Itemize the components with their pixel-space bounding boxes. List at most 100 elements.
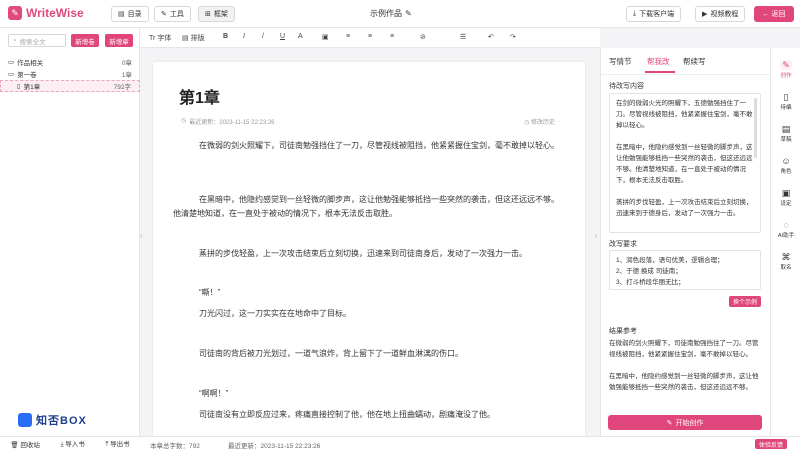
align-button[interactable]: ≡	[346, 33, 350, 40]
font-label: 字体	[157, 35, 172, 42]
document-title[interactable]: 示例作品 ✎	[370, 8, 412, 19]
writewise-logo-icon: ✎	[8, 6, 22, 20]
status-bar: 本章总字数：792 最近更新：2023-11-15 22:23:26 体验反馈	[140, 436, 800, 450]
rail-settings[interactable]: ▣ 设定	[771, 182, 800, 212]
tab-help-edit[interactable]: 帮我改	[647, 56, 670, 67]
highlight-button[interactable]: ▣	[322, 33, 329, 41]
underline-button[interactable]: U	[280, 33, 285, 40]
rail-character[interactable]: ☺ 角色	[771, 150, 800, 180]
tree-item-chapter-1[interactable]: ▯ 第1章 792字	[0, 80, 140, 92]
frame-button[interactable]: ⊞ 框架	[198, 6, 235, 22]
paragraph-button[interactable]: ☰	[460, 33, 466, 41]
import-book-button[interactable]: ⤓ 导入书	[61, 438, 85, 449]
directory-button[interactable]: ▤ 目录	[111, 6, 149, 22]
tree-item-count: 0章	[121, 60, 132, 67]
history-button[interactable]: ◷ 修改历史	[524, 117, 555, 126]
app-logo[interactable]: ✎ WriteWise	[8, 6, 84, 20]
paragraph[interactable]: 在微弱的剑火照耀下，司徒南勉强挡住了一刀，尽管视线被阻挡，他紧紧握住宝剑，毫不敢…	[173, 139, 563, 153]
chapter-title[interactable]: 第1章	[179, 84, 220, 108]
paragraph[interactable]: 蒸拼的步伐轻盈，上一次攻击结束后立刻切换，迅速来到司徒南身后，发动了一次强力一击…	[173, 247, 563, 261]
status-updated: 最近更新：2023-11-15 22:23:26	[228, 443, 321, 450]
tree-item-works-related[interactable]: ▭ 作品相关 0章	[0, 56, 140, 68]
start-creating-label: 开始创作	[675, 419, 704, 427]
export-book-button[interactable]: ⤒ 导出书	[105, 438, 129, 449]
rail-create[interactable]: ✎ 创作	[771, 54, 800, 84]
result-text: 在微弱的剑火照耀下，司徒南勉强挡住了一刀。尽管视线被阻挡，他紧紧握住宝剑，毫不敢…	[609, 338, 761, 404]
frame-label: 框架	[213, 11, 228, 18]
editor-toolbar: Tr 字体 ▤ 排版 B I / U A ▣ ≡ ≡ ≡ ⊘ ☰ ↶ ↷	[140, 28, 600, 48]
download-client-button[interactable]: ⤓ 下载客户端	[626, 6, 682, 22]
editor-page[interactable]: 第1章 ◷ 最近更新：2023-11-15 22:23:26 ◷ 修改历史 在微…	[153, 62, 585, 436]
video-label: 视频教程	[710, 11, 739, 18]
new-volume-button[interactable]: 新增卷	[71, 34, 99, 47]
folder-icon: ▤	[118, 11, 125, 18]
brand-icon	[18, 413, 32, 427]
collapse-right-icon[interactable]: ›	[595, 233, 597, 240]
tree-item-volume-1[interactable]: ▭ 第一卷 1章	[0, 68, 140, 80]
requirements-label: 改写要求	[609, 241, 637, 248]
folder-open-icon: ▭	[8, 71, 15, 78]
layout-button[interactable]: ▤ 排版	[182, 33, 205, 43]
search-input[interactable]: ⌕ 搜索全文	[8, 34, 66, 47]
rail-draft[interactable]: ▤ 草稿	[771, 118, 800, 148]
back-button[interactable]: ← 返回	[754, 6, 794, 22]
rail-label: AI助手	[777, 232, 795, 239]
indent-button[interactable]: ≡	[390, 33, 394, 40]
tab-continue-writing[interactable]: 帮续写	[683, 56, 706, 67]
paragraph[interactable]: “嘶！”	[173, 286, 563, 300]
tree-item-count: 792字	[113, 84, 131, 91]
layout-icon: ▤	[182, 35, 189, 42]
rail-ai-assistant[interactable]: ◌ AI助手	[771, 214, 800, 244]
to-edit-textarea[interactable]: 在剑的微弱火光的照耀下，五德勉强挡住了一刀。尽管视线被阻挡，他紧紧握住宝剑，毫不…	[609, 93, 761, 233]
recycle-bin-label: 回收站	[20, 441, 40, 449]
doc-icon: ▯	[783, 91, 789, 102]
history-label: 修改历史	[530, 120, 555, 126]
font-color-button[interactable]: A	[298, 33, 303, 40]
last-updated: ◷ 最近更新：2023-11-15 22:23:26	[181, 117, 275, 126]
rail-naming[interactable]: ⌘ 取名	[771, 246, 800, 276]
video-icon: ▶	[702, 11, 708, 18]
pen-icon: ✎	[666, 419, 673, 427]
rail-edit[interactable]: ▯ 待编	[771, 86, 800, 116]
requirements-textarea[interactable]: 1、润色段落，语句优美，逻辑合理； 2、于德 换成 司徒南； 3、打斗桥段华丽无…	[609, 250, 761, 290]
tree-item-label: 作品相关	[17, 60, 44, 67]
collapse-left-icon[interactable]: ‹	[140, 233, 142, 240]
tools-button[interactable]: ✎ 工具	[154, 6, 191, 22]
feedback-button[interactable]: 体验反馈	[755, 439, 788, 449]
video-tutorial-button[interactable]: ▶ 视频教程	[695, 6, 746, 22]
change-example-button[interactable]: 换个示例	[729, 296, 762, 307]
pen-icon: ✎	[780, 59, 792, 70]
paragraph[interactable]: 司徒南没有立即反应过来，疼痛直接控制了他，他在地上扭曲蠕动，剧痛淹没了他。	[173, 408, 563, 422]
layout-label: 排版	[190, 35, 205, 42]
redo-icon[interactable]: ↷	[510, 33, 516, 41]
italic-button[interactable]: I	[243, 33, 245, 40]
new-chapter-button[interactable]: 新增章	[105, 34, 133, 47]
paragraph[interactable]: 在黑暗中，他隐约感觉到一丝轻微的脚步声，这让他勉强能够抵挡一些突然的袭击，但这还…	[173, 193, 563, 221]
folder-icon: ▭	[8, 59, 15, 66]
back-arrow-icon: ←	[762, 10, 770, 18]
top-bar: ✎ WriteWise ▤ 目录 ✎ 工具 ⊞ 框架 示例作品 ✎ ⤓ 下载客户…	[0, 0, 800, 28]
scrollbar[interactable]	[754, 98, 757, 158]
requirement-line: 1、润色段落，语句优美，逻辑合理；	[616, 257, 724, 264]
start-creating-button[interactable]: ✎ 开始创作	[608, 415, 762, 430]
paragraph[interactable]: 司徒南的背后被刀光划过，一道气浪炸，背上留下了一道鲜血淋漓的伤口。	[173, 347, 563, 361]
to-edit-label: 待改写内容	[609, 83, 644, 90]
font-button[interactable]: Tr 字体	[149, 33, 171, 43]
paragraph[interactable]: 刀光闪过，这一刀实实在在地命中了目标。	[173, 307, 563, 321]
strikethrough-button[interactable]: /	[262, 33, 264, 40]
undo-icon[interactable]: ↶	[488, 33, 494, 41]
wrench-icon: ✎	[161, 11, 167, 18]
person-icon: ☺	[781, 155, 791, 166]
assistant-panel: 写情节 帮我改 帮续写 待改写内容 在剑的微弱火光的照耀下，五德勉强挡住了一刀。…	[600, 48, 771, 436]
bold-button[interactable]: B	[223, 33, 228, 40]
list-button[interactable]: ≡	[368, 33, 372, 40]
recycle-bin-button[interactable]: 🗑 回收站	[10, 439, 40, 449]
requirement-line: 2、于德 换成 司徒南；	[616, 268, 682, 275]
edit-pencil-icon[interactable]: ✎	[405, 9, 412, 18]
divider	[601, 74, 771, 75]
document-title-text: 示例作品	[370, 9, 402, 18]
paragraph[interactable]: “啊啊！”	[173, 387, 563, 401]
tab-write-plot[interactable]: 写情节	[609, 56, 632, 67]
last-updated-text: 最近更新：2023-11-15 22:23:26	[189, 120, 275, 126]
clear-format-button[interactable]: ⊘	[420, 33, 426, 41]
